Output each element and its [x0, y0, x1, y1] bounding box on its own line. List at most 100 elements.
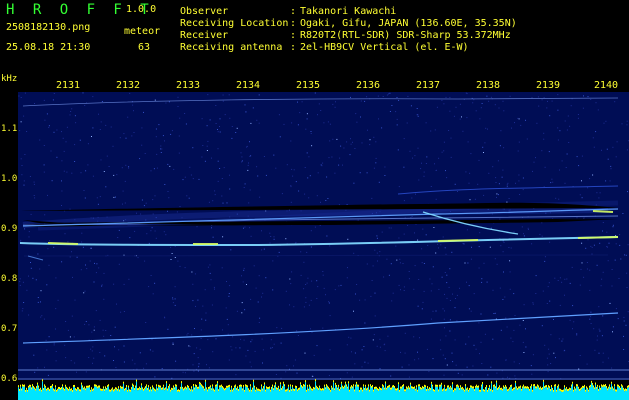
- noise-dot: [56, 156, 58, 158]
- noise-dot: [92, 346, 94, 348]
- noise-dot: [103, 171, 105, 172]
- noise-dot: [306, 282, 308, 284]
- meter-peak: [453, 389, 454, 392]
- meter-bar: [371, 388, 372, 400]
- meter-peak: [36, 386, 37, 389]
- meter-peak: [616, 389, 617, 392]
- meter-bar: [33, 387, 34, 400]
- noise-dot: [46, 349, 48, 351]
- meter-peak: [401, 386, 402, 389]
- noise-dot: [169, 165, 171, 167]
- noise-dot: [154, 230, 156, 232]
- meter-bar: [567, 391, 568, 400]
- meter-peak: [322, 388, 323, 391]
- noise-dot: [558, 338, 560, 340]
- noise-dot: [605, 180, 607, 182]
- meter-bar: [607, 390, 608, 400]
- meter-peak: [70, 388, 71, 391]
- meter-bar: [127, 391, 128, 400]
- noise-dot: [179, 265, 181, 267]
- meter-peak: [90, 389, 91, 392]
- noise-dot: [404, 352, 406, 354]
- noise-dot: [443, 150, 445, 152]
- noise-dot: [285, 290, 287, 292]
- meter-bar: [598, 391, 599, 400]
- noise-dot: [449, 319, 451, 321]
- noise-dot: [379, 251, 381, 253]
- meter-bar: [559, 390, 560, 400]
- meter-peak: [268, 386, 269, 389]
- noise-dot: [155, 136, 157, 138]
- meter-peak: [406, 386, 407, 389]
- meter-peak: [602, 385, 603, 388]
- noise-dot: [328, 157, 330, 159]
- meter-peak: [164, 388, 165, 391]
- meter-bar: [91, 389, 92, 400]
- meter-bar: [378, 390, 379, 400]
- meter-bar: [109, 391, 110, 400]
- meter-peak: [311, 388, 312, 391]
- noise-dot: [607, 357, 609, 359]
- meter-bar: [484, 391, 485, 400]
- noise-dot: [407, 224, 409, 226]
- meter-peak: [405, 389, 406, 392]
- meter-peak: [20, 384, 21, 387]
- noise-dot: [261, 230, 262, 232]
- meter-bar: [391, 389, 392, 400]
- noise-dot: [472, 102, 474, 104]
- meter-bar: [111, 390, 112, 400]
- noise-dot: [295, 181, 297, 183]
- meter-bar: [168, 387, 169, 400]
- noise-dot: [593, 146, 595, 148]
- meter-bar: [510, 387, 511, 400]
- meter-peak: [488, 387, 489, 390]
- noise-dot: [89, 260, 91, 262]
- meter-peak: [76, 389, 77, 392]
- noise-dot: [535, 275, 537, 277]
- meter-peak: [554, 384, 555, 387]
- meter-peak: [473, 386, 474, 389]
- meter-peak: [541, 388, 542, 391]
- meter-peak: [286, 389, 287, 392]
- noise-dot: [378, 181, 380, 183]
- noise-dot: [455, 106, 457, 108]
- noise-dot: [43, 164, 45, 166]
- meter-peak: [606, 385, 607, 388]
- noise-dot: [34, 197, 36, 199]
- noise-dot: [551, 178, 553, 180]
- meter-bar: [202, 387, 203, 400]
- meter-bar: [195, 386, 196, 400]
- noise-dot: [522, 320, 524, 321]
- noise-dot: [615, 243, 617, 245]
- noise-dot: [261, 296, 262, 298]
- meter-bar: [71, 390, 72, 400]
- meter-bar: [483, 391, 484, 400]
- meteor-count: 63: [138, 42, 151, 53]
- noise-dot: [285, 238, 287, 240]
- noise-dot: [118, 263, 120, 265]
- meter-bar: [347, 388, 348, 400]
- noise-dot: [57, 299, 59, 301]
- meter-peak: [108, 384, 109, 387]
- meter-bar: [65, 386, 66, 400]
- meter-peak: [575, 388, 576, 391]
- meter-bar: [228, 387, 229, 400]
- noise-dot: [205, 319, 207, 321]
- meter-bar: [463, 390, 464, 400]
- noise-dot: [208, 367, 210, 369]
- noise-dot: [411, 197, 413, 199]
- noise-dot: [192, 283, 194, 285]
- meter-peak: [161, 387, 162, 390]
- noise-dot: [388, 93, 389, 95]
- noise-dot: [250, 235, 252, 237]
- noise-dot: [338, 285, 340, 287]
- meter-bar: [86, 387, 87, 400]
- noise-dot: [305, 301, 307, 303]
- meter-peak: [285, 389, 286, 392]
- meter-peak: [306, 389, 307, 392]
- meter-peak: [263, 386, 264, 389]
- noise-dot: [258, 322, 260, 323]
- noise-dot: [273, 154, 275, 156]
- noise-dot: [33, 181, 35, 183]
- meter-bar: [160, 387, 161, 400]
